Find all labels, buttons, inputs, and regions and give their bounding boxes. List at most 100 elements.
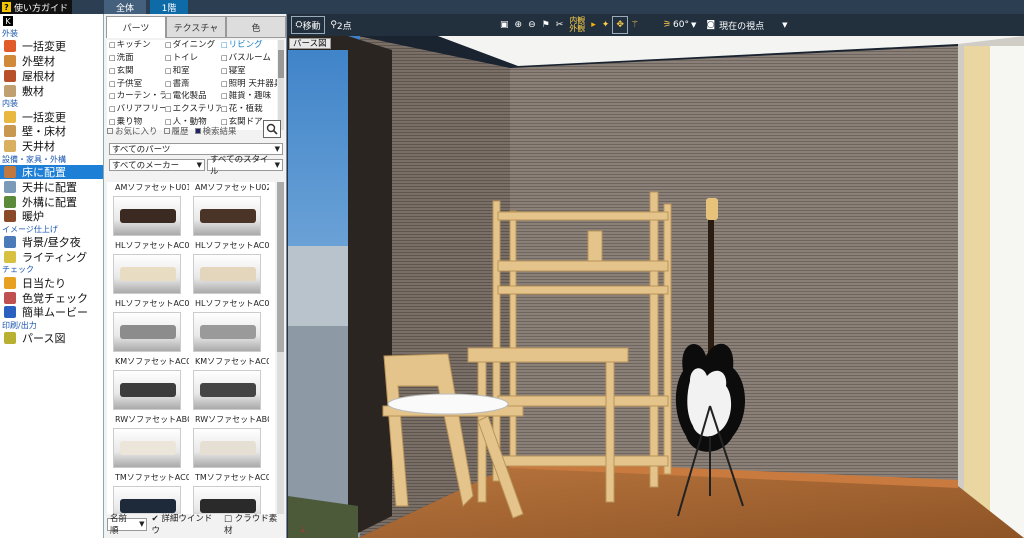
viewpoint-dropdown[interactable]: ◙ 現在の視点 ▼ bbox=[703, 16, 790, 34]
part-item[interactable]: TMソファセットAC02 bbox=[187, 472, 269, 514]
menu-item-label: ライティング bbox=[22, 250, 88, 264]
chevron-down-icon: ▼ bbox=[274, 145, 280, 153]
antenna-icon[interactable]: ⚚ bbox=[628, 16, 642, 34]
part-thumbnail bbox=[113, 196, 181, 236]
search-result-filter[interactable]: 検索結果 bbox=[194, 125, 237, 137]
menu-item[interactable]: 外壁材 bbox=[0, 54, 103, 69]
zoom-out-icon[interactable]: ⊖ bbox=[525, 16, 539, 34]
history-filter[interactable]: 履歴 bbox=[163, 125, 189, 137]
menu-item[interactable]: 背景/昼夕夜 bbox=[0, 235, 103, 250]
part-item[interactable]: RWソファセットAB02 bbox=[187, 414, 269, 472]
category-checkbox[interactable]: 書斎 bbox=[165, 79, 221, 92]
category-checkbox[interactable]: リビング bbox=[221, 40, 277, 53]
menu-item[interactable]: 一括変更 bbox=[0, 39, 103, 54]
menu-item[interactable]: 日当たり bbox=[0, 275, 103, 290]
tools-icon[interactable]: ✂ bbox=[553, 16, 567, 34]
category-checkbox[interactable]: 子供室 bbox=[109, 79, 165, 92]
interior-exterior-toggle[interactable]: 内観 外観 bbox=[566, 16, 588, 34]
category-checkbox[interactable]: バスルーム bbox=[221, 53, 277, 66]
floor-tab-1f[interactable]: 1階 bbox=[150, 0, 188, 14]
category-checkbox[interactable]: トイレ bbox=[165, 53, 221, 66]
category-checkbox[interactable]: キッチン bbox=[109, 40, 165, 53]
category-checkbox[interactable]: 電化製品 bbox=[165, 91, 221, 104]
fit-icon[interactable]: ▣ bbox=[497, 16, 512, 34]
parts-scrollbar[interactable] bbox=[277, 182, 284, 514]
category-checkbox[interactable]: 雑貨・趣味 bbox=[221, 91, 277, 104]
light-icon[interactable]: ✦ bbox=[599, 16, 613, 34]
menu-section-title: 外装 bbox=[2, 29, 18, 38]
part-item-name: HLソファセットAC02 bbox=[195, 241, 269, 250]
camera-angle-dropdown[interactable]: ⚞ 60° ▼ bbox=[660, 16, 699, 34]
part-item[interactable]: HLソファセットAC01 bbox=[107, 240, 189, 298]
menu-item-icon bbox=[4, 250, 16, 263]
menu-item[interactable]: 外構に配置 bbox=[0, 194, 103, 209]
category-scrollbar[interactable] bbox=[278, 40, 284, 130]
tab-color[interactable]: 色 bbox=[226, 16, 286, 38]
part-thumbnail bbox=[193, 312, 261, 352]
arrow-right-icon[interactable]: ▸ bbox=[588, 16, 599, 34]
menu-item[interactable]: ライティング bbox=[0, 250, 103, 265]
menu-section-title: 設備・家具・外構 bbox=[2, 154, 66, 164]
menu-item-label: 外壁材 bbox=[22, 55, 55, 69]
menu-item-icon bbox=[4, 69, 16, 82]
menu-item[interactable]: 天井に配置 bbox=[0, 179, 103, 194]
category-checkbox[interactable]: 和室 bbox=[165, 66, 221, 79]
tab-texture[interactable]: テクスチャ bbox=[166, 16, 226, 38]
style-dropdown[interactable]: すべてのスタイル ▼ bbox=[207, 155, 283, 177]
category-checkbox[interactable]: バリアフリー bbox=[109, 104, 165, 117]
menu-item-icon bbox=[4, 140, 16, 153]
part-thumbnail bbox=[113, 254, 181, 294]
floor-tab-all[interactable]: 全体 bbox=[104, 0, 146, 14]
category-checkbox[interactable]: 照明 天井器具 bbox=[221, 79, 277, 92]
menu-item[interactable]: 壁・床材 bbox=[0, 124, 103, 139]
menu-item-icon bbox=[4, 306, 16, 319]
zoom-in-icon[interactable]: ⊕ bbox=[512, 16, 526, 34]
category-checkbox[interactable]: 玄関 bbox=[109, 66, 165, 79]
part-item[interactable]: TMソファセットAC01 bbox=[107, 472, 189, 514]
part-thumbnail bbox=[113, 312, 181, 352]
perspective-view[interactable]: ⛭ 移動 ⚲ 2点 ▣ ⊕ ⊖ ⚑ ✂ 内観 外観 ▸ ✦ ✥ ⚚ ⚞ 60° ▼ ◙ 現在… bbox=[288, 14, 1024, 538]
part-item[interactable]: KMソファセットAC01 bbox=[107, 356, 189, 414]
part-item[interactable]: HLソファセットAC03 bbox=[107, 298, 189, 356]
tab-parts[interactable]: パーツ bbox=[106, 16, 166, 38]
menu-item[interactable]: 暖炉 bbox=[0, 209, 103, 224]
part-item[interactable]: AMソファセットU02 bbox=[187, 182, 269, 240]
menu-item[interactable]: 色覚チェック bbox=[0, 290, 103, 305]
menu-item[interactable]: 一括変更 bbox=[0, 109, 103, 124]
menu-item-label: パース図 bbox=[22, 332, 66, 346]
search-button[interactable] bbox=[263, 120, 281, 138]
detail-window-checkbox[interactable]: ✔ 詳細ウインドウ bbox=[151, 512, 220, 536]
part-item[interactable]: AMソファセットU01 bbox=[107, 182, 189, 240]
cloud-checkbox[interactable]: □ クラウド素材 bbox=[224, 512, 285, 536]
sort-dropdown[interactable]: 名前順 ▼ bbox=[107, 514, 148, 536]
menu-item[interactable]: 天井材 bbox=[0, 139, 103, 154]
favorites-filter[interactable]: お気に入り bbox=[107, 125, 158, 137]
category-checkbox[interactable]: エクステリア bbox=[165, 104, 221, 117]
part-item-name: HLソファセットAC04 bbox=[195, 299, 269, 308]
room-scene[interactable]: ⊥ bbox=[288, 36, 1024, 538]
menu-item-icon bbox=[4, 40, 16, 53]
menu-item[interactable]: パース図 bbox=[0, 331, 103, 346]
maker-dropdown[interactable]: すべてのメーカー ▼ bbox=[109, 159, 205, 171]
two-point-button[interactable]: ⚲ 2点 bbox=[325, 16, 357, 34]
menu-item-label: 色覚チェック bbox=[22, 291, 88, 305]
part-item[interactable]: HLソファセットAC04 bbox=[187, 298, 269, 356]
part-item[interactable]: HLソファセットAC02 bbox=[187, 240, 269, 298]
menu-item[interactable]: 床に配置 bbox=[0, 164, 103, 180]
menu-item[interactable]: 簡単ムービー bbox=[0, 305, 103, 320]
part-item[interactable]: KMソファセットAC02 bbox=[187, 356, 269, 414]
category-checkbox[interactable]: 寝室 bbox=[221, 66, 277, 79]
person-view-icon[interactable]: ⚑ bbox=[539, 16, 553, 34]
menu-item-icon bbox=[4, 210, 16, 223]
category-checkbox[interactable]: カーテン・ラグ bbox=[109, 91, 165, 104]
category-checkbox[interactable]: ダイニング bbox=[165, 40, 221, 53]
part-item[interactable]: RWソファセットAB01 bbox=[107, 414, 189, 472]
camera-stand-icon: ⚲ bbox=[330, 20, 337, 30]
category-checkbox[interactable]: 洗面 bbox=[109, 53, 165, 66]
pan-icon[interactable]: ✥ bbox=[612, 16, 628, 34]
help-guide-button[interactable]: ? 使い方ガイド bbox=[0, 0, 72, 14]
move-mode-button[interactable]: ⛭ 移動 bbox=[291, 16, 325, 34]
category-checkbox[interactable]: 花・植栽 bbox=[221, 104, 277, 117]
menu-item[interactable]: 敷材 bbox=[0, 83, 103, 98]
menu-item[interactable]: 屋根材 bbox=[0, 69, 103, 84]
